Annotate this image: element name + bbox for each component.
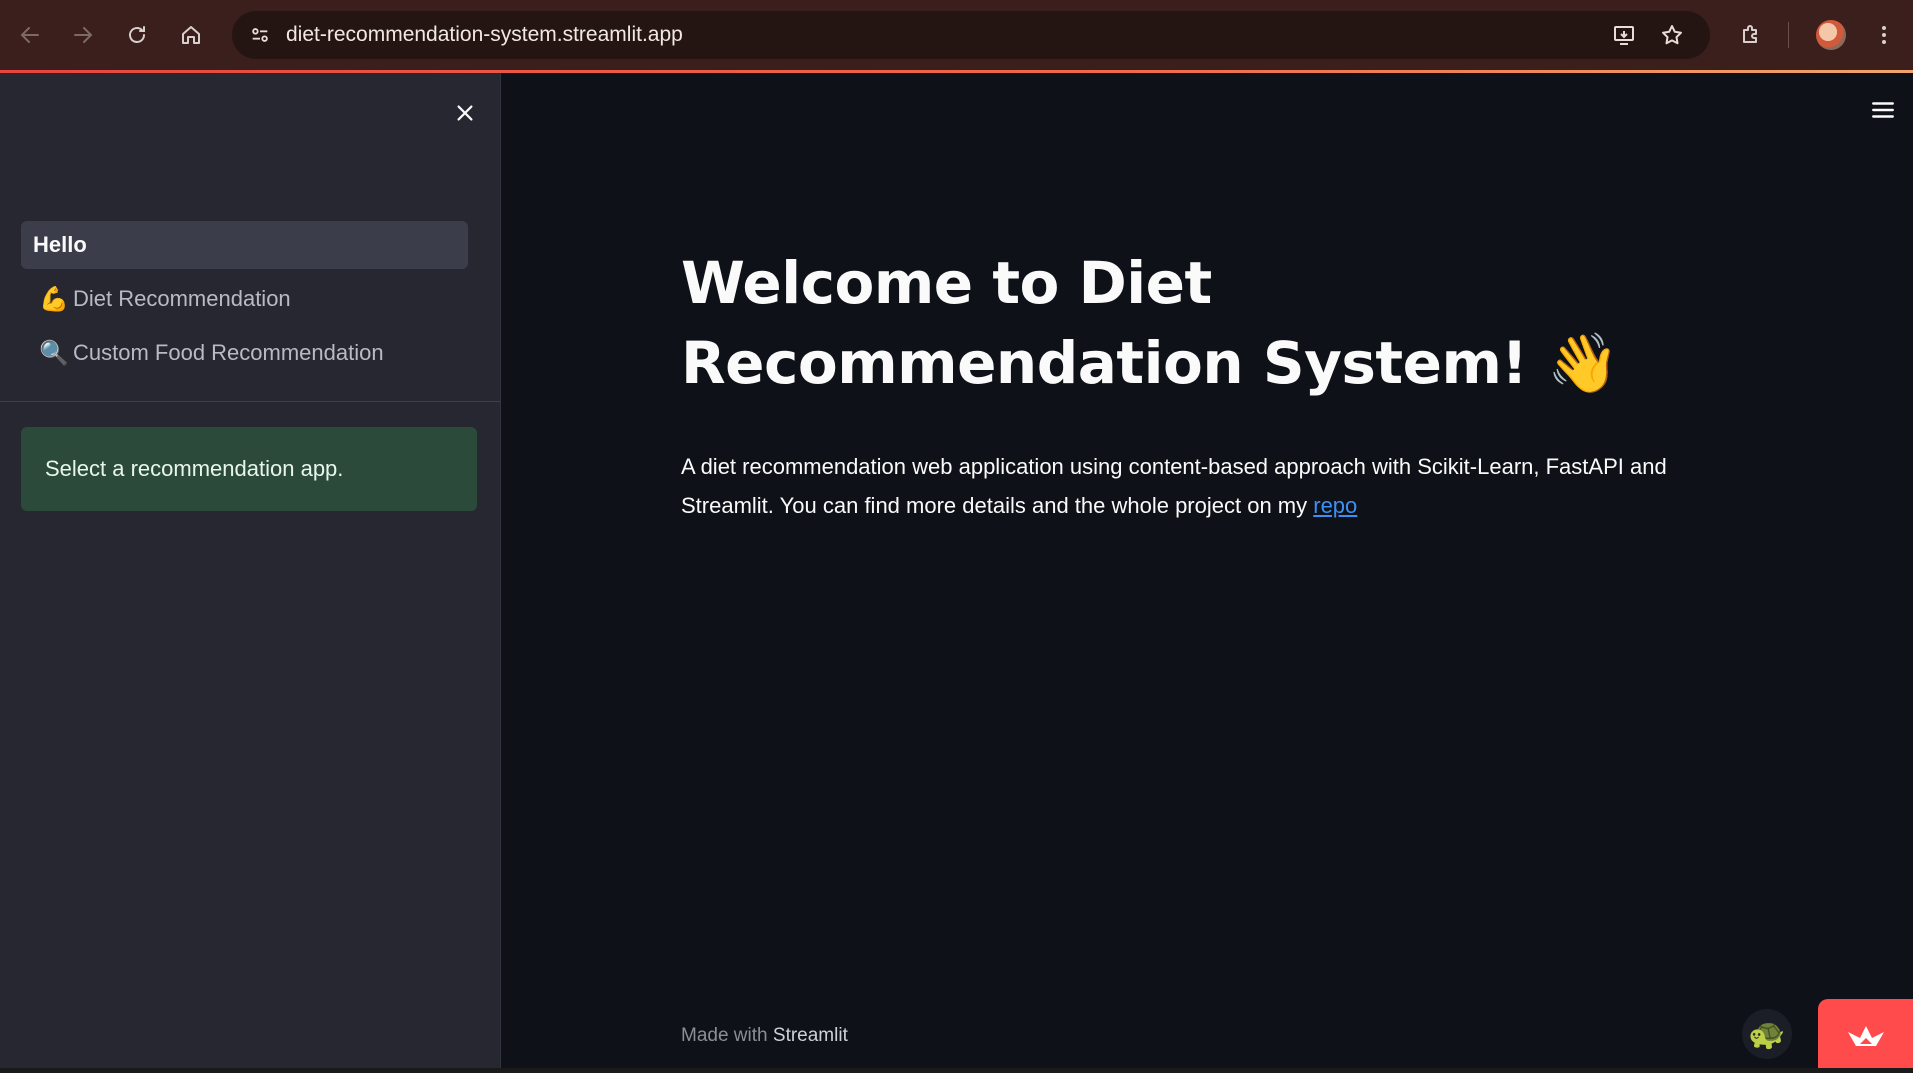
page-nav: Hello 💪 Diet Recommendation 🔍 Custom Foo…: [21, 221, 468, 383]
nav-item-label: Custom Food Recommendation: [73, 340, 384, 365]
forward-arrow-icon[interactable]: [65, 17, 101, 53]
reload-icon[interactable]: [119, 17, 155, 53]
nav-item-label: Diet Recommendation: [73, 286, 291, 311]
description-text: A diet recommendation web application us…: [681, 454, 1667, 518]
footer: Made with Streamlit: [681, 1025, 848, 1047]
app-creator-avatar[interactable]: 🐢: [1742, 1009, 1792, 1059]
waving-hand-icon: 👋: [1547, 329, 1619, 397]
sidebar: Hello 💪 Diet Recommendation 🔍 Custom Foo…: [0, 73, 501, 1073]
info-message: Select a recommendation app.: [21, 427, 477, 511]
sidebar-divider: [0, 401, 501, 402]
hamburger-menu-icon[interactable]: [1865, 95, 1901, 125]
nav-item-diet-recommendation[interactable]: 💪 Diet Recommendation: [21, 275, 468, 323]
flexed-biceps-icon: 💪: [39, 285, 69, 313]
tune-icon[interactable]: [244, 19, 276, 51]
info-message-text: Select a recommendation app.: [45, 456, 344, 481]
streamlit-badge[interactable]: [1818, 999, 1913, 1073]
streamlit-footer-link[interactable]: Streamlit: [773, 1025, 848, 1046]
repo-link[interactable]: repo: [1313, 493, 1357, 518]
page-description: A diet recommendation web application us…: [681, 447, 1741, 525]
window-bottom-edge: [0, 1068, 1913, 1073]
streamlit-crown-icon: [1847, 1026, 1884, 1046]
page-title: Welcome to Diet Recommendation System! 👋: [681, 243, 1741, 403]
back-arrow-icon[interactable]: [12, 17, 48, 53]
main-content: Welcome to Diet Recommendation System! 👋…: [502, 73, 1913, 1073]
footer-prefix: Made with: [681, 1025, 768, 1046]
toolbar-separator: [1788, 22, 1789, 48]
puzzle-icon[interactable]: [1733, 17, 1769, 53]
home-icon[interactable]: [173, 17, 209, 53]
profile-avatar[interactable]: [1816, 20, 1846, 50]
nav-item-hello[interactable]: Hello: [21, 221, 468, 269]
nav-item-label: Hello: [33, 232, 87, 257]
browser-toolbar: diet-recommendation-system.streamlit.app: [0, 0, 1913, 70]
install-app-icon[interactable]: [1608, 19, 1640, 51]
close-sidebar-icon[interactable]: [448, 96, 482, 130]
nav-item-custom-food-recommendation[interactable]: 🔍 Custom Food Recommendation: [21, 329, 468, 377]
page-title-text: Welcome to Diet Recommendation System!: [681, 249, 1528, 397]
magnifier-icon: 🔍: [39, 339, 69, 367]
url-text[interactable]: diet-recommendation-system.streamlit.app: [286, 11, 683, 59]
star-icon[interactable]: [1656, 19, 1688, 51]
kebab-menu-icon[interactable]: [1866, 17, 1902, 53]
address-bar[interactable]: diet-recommendation-system.streamlit.app: [232, 11, 1710, 59]
